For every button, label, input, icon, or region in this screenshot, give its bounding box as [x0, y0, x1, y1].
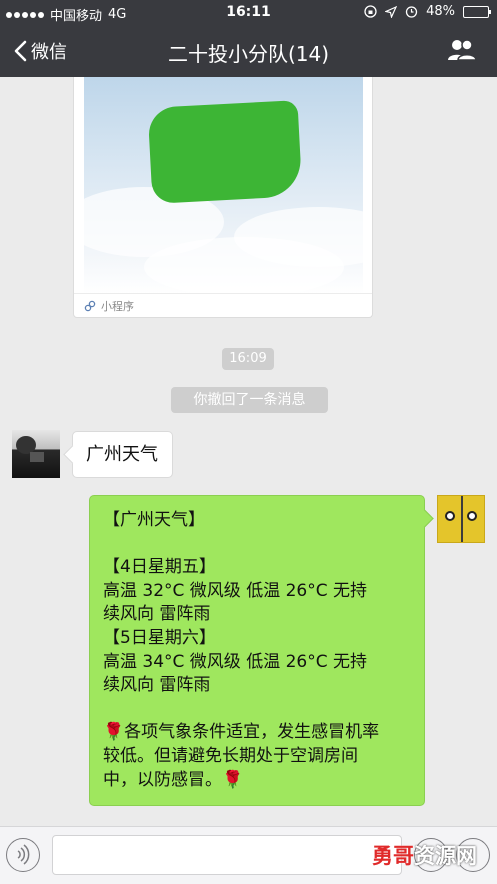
- group-info-button[interactable]: [447, 38, 477, 66]
- my-avatar[interactable]: [437, 495, 485, 543]
- watermark: 勇哥 资源网: [372, 840, 477, 870]
- voice-icon: [17, 844, 30, 865]
- status-bar: 中国移动 4G 16:11 48%: [0, 0, 497, 26]
- top-bar: 中国移动 4G 16:11 48% 微信 二十投小分队(14): [0, 0, 497, 77]
- voice-button[interactable]: [6, 838, 40, 872]
- message-line: 【4日星期五】: [103, 557, 216, 578]
- location-arrow-icon: [385, 5, 398, 18]
- watermark-part2: 资源网: [414, 844, 477, 868]
- miniprogram-label: 小程序: [101, 299, 134, 313]
- incoming-message[interactable]: 广州天气: [72, 431, 173, 478]
- battery-icon: [463, 5, 491, 18]
- message-line: 【5日星期六】: [103, 627, 216, 648]
- timestamp: 16:09: [222, 348, 274, 370]
- rotation-lock-icon: [364, 5, 377, 18]
- message-line: 中，以防感冒。🌹: [103, 769, 244, 790]
- recall-notice: 你撤回了一条消息: [171, 387, 328, 413]
- message-line: 高温 34°C 微风级 低温 26°C 无持: [103, 651, 368, 672]
- outgoing-message[interactable]: 【广州天气】 【4日星期五】 高温 32°C 微风级 低温 26°C 无持 续风…: [89, 495, 425, 806]
- message-line: 续风向 雷阵雨: [103, 675, 211, 696]
- nav-bar: 微信 二十投小分队(14): [0, 26, 497, 77]
- incoming-message-text: 广州天气: [86, 444, 158, 465]
- miniprogram-card[interactable]: 小程序: [73, 77, 373, 318]
- sender-avatar[interactable]: [12, 430, 60, 478]
- miniprogram-footer: 小程序: [74, 293, 372, 317]
- alarm-icon: [405, 6, 418, 18]
- group-members-icon: [448, 39, 477, 61]
- message-line: [103, 698, 412, 722]
- miniprogram-preview-image: [84, 77, 363, 294]
- message-line: 🌹各项气象条件适宜，发生感冒机率: [103, 722, 380, 743]
- chat-title: 二十投小分队(14): [167, 42, 330, 66]
- watermark-part1: 勇哥: [372, 844, 414, 868]
- message-line: [103, 533, 412, 557]
- message-line: 较低。但请避免长期处于空调房间: [103, 745, 358, 766]
- message-line: 【广州天气】: [103, 510, 205, 530]
- message-input[interactable]: [52, 835, 402, 875]
- message-line: 高温 32°C 微风级 低温 26°C 无持: [103, 580, 368, 601]
- redacted-blob: [147, 100, 303, 204]
- miniprogram-link-icon: [84, 300, 96, 311]
- battery-percent: 48%: [426, 4, 455, 19]
- message-line: 续风向 雷阵雨: [103, 604, 211, 625]
